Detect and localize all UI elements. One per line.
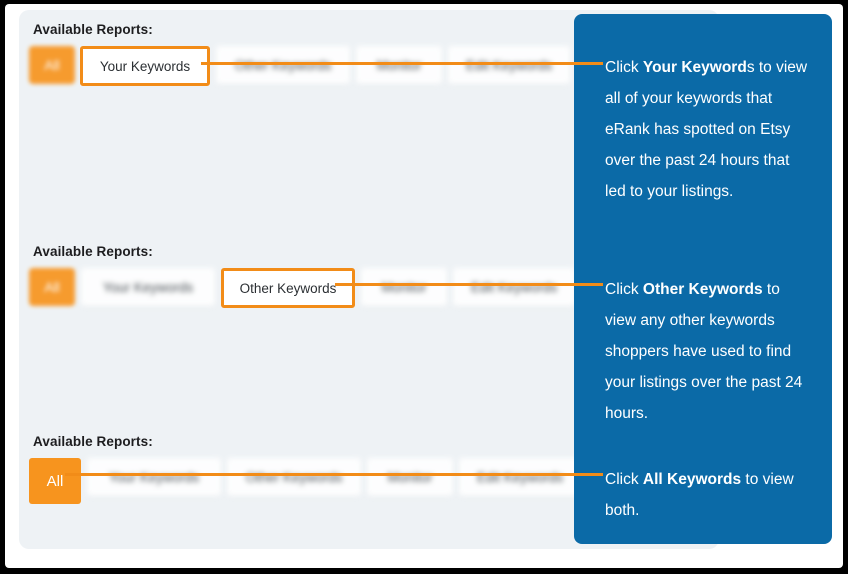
callout-lead: Click: [605, 471, 643, 488]
tab-edit-keywords[interactable]: Edit Keywords: [453, 268, 575, 306]
callout-lead: Click: [605, 281, 643, 298]
screenshot-frame: Available Reports: All Your Keywords Oth…: [0, 0, 848, 574]
tab-all[interactable]: All: [29, 268, 75, 306]
tab-all[interactable]: All: [29, 458, 81, 504]
tab-other-keywords[interactable]: Other Keywords: [216, 46, 350, 84]
tab-monitor[interactable]: Monitor: [367, 458, 453, 496]
callout-rest: to view any other keywords shoppers have…: [605, 281, 803, 422]
callout-text-other-keywords: Click Other Keywords to view any other k…: [605, 274, 811, 429]
available-reports-label: Available Reports:: [33, 244, 153, 259]
callout-rest: s to view all of your keywords that eRan…: [605, 59, 808, 200]
callout-text-all-keywords: Click All Keywords to view both.: [605, 464, 811, 526]
connector-line-3: [65, 473, 603, 476]
available-reports-label: Available Reports:: [33, 434, 153, 449]
callout-bold-term: All Keywords: [642, 471, 742, 488]
report-tabstrip-3: All Your Keywords Other Keywords Monitor…: [29, 458, 581, 504]
connector-line-2: [335, 283, 603, 286]
tab-monitor[interactable]: Monitor: [356, 46, 442, 84]
connector-line-1: [201, 62, 603, 65]
tab-edit-keywords[interactable]: Edit Keywords: [448, 46, 570, 84]
callout-text-your-keywords: Click Your Keywords to view all of your …: [605, 52, 811, 207]
tab-other-keywords[interactable]: Other Keywords: [221, 268, 355, 308]
page-surface: Available Reports: All Your Keywords Oth…: [5, 4, 843, 568]
callout-lead: Click: [605, 59, 643, 76]
tab-all[interactable]: All: [29, 46, 75, 84]
available-reports-label: Available Reports:: [33, 22, 153, 37]
report-tabstrip-1: All Your Keywords Other Keywords Monitor…: [29, 46, 570, 86]
tab-monitor[interactable]: Monitor: [361, 268, 447, 306]
tab-your-keywords[interactable]: Your Keywords: [80, 46, 210, 86]
report-tabstrip-2: All Your Keywords Other Keywords Monitor…: [29, 268, 575, 308]
tab-your-keywords[interactable]: Your Keywords: [87, 458, 221, 496]
tab-your-keywords[interactable]: Your Keywords: [81, 268, 215, 306]
instructions-callout-panel: Click Your Keywords to view all of your …: [574, 14, 832, 544]
tab-other-keywords[interactable]: Other Keywords: [227, 458, 361, 496]
callout-bold-term: Other Keywords: [642, 281, 763, 298]
callout-bold-term: Your Keyword: [642, 59, 747, 76]
tab-edit-keywords[interactable]: Edit Keywords: [459, 458, 581, 496]
